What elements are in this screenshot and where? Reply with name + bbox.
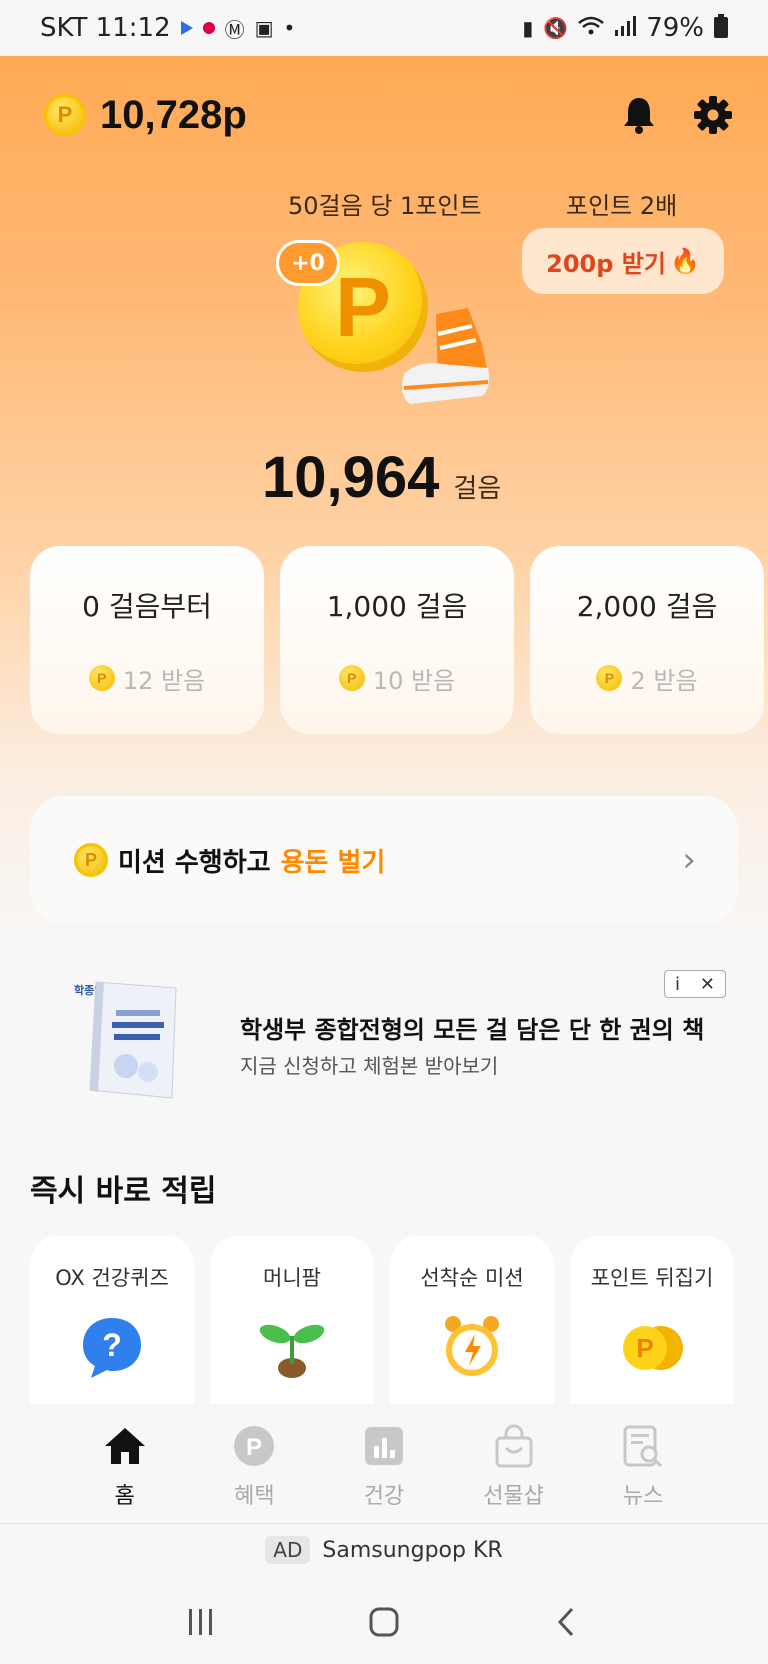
ad-close-icon[interactable]: ✕	[700, 974, 715, 995]
coins-icon: P	[623, 1326, 683, 1370]
tier-title: 2,000 걸음	[576, 589, 718, 623]
coin-icon: P	[596, 665, 623, 691]
coin-icon: P	[88, 665, 115, 691]
status-bar: SKT 11:12 Ⓜ ▣ • ▮ 🔇 79%	[0, 0, 768, 56]
quick-card-label: OX 건강퀴즈	[55, 1266, 169, 1290]
tier-reward: P 12 받음	[88, 661, 206, 696]
svg-text:P: P	[246, 1434, 262, 1461]
battery-saver-icon: ▮	[522, 16, 534, 40]
tab-label: 선물샵	[483, 1484, 544, 1509]
tab-label: 뉴스	[622, 1484, 664, 1509]
double-points-button-label: 200p 받기	[546, 249, 666, 278]
gain-badge: +0	[276, 240, 340, 286]
tier-reward: P 2 받음	[596, 661, 698, 696]
tab-label: 혜택	[234, 1484, 275, 1509]
tier-card[interactable]: 0 걸음부터 P 12 받음	[30, 546, 264, 734]
header: P 10,728p	[44, 85, 734, 145]
svg-text:P: P	[636, 1333, 653, 1363]
steps-value: 10,964	[262, 445, 440, 510]
system-nav-bar	[0, 1580, 768, 1664]
coin-icon: P	[74, 843, 108, 877]
tier-reward-label: 2 받음	[630, 666, 698, 695]
mission-label: 미션 수행하고	[118, 847, 271, 878]
tab-health[interactable]: 건강	[334, 1424, 434, 1510]
chart-icon	[364, 1427, 403, 1465]
tab-label: 건강	[363, 1484, 405, 1509]
tier-reward: P 10 받음	[338, 661, 456, 696]
points-value: 10,728p	[100, 92, 247, 137]
header-actions	[618, 94, 734, 136]
notification-dot-icon	[202, 22, 215, 34]
recent-apps-icon[interactable]	[186, 1607, 216, 1637]
tab-news[interactable]: 뉴스	[593, 1424, 693, 1510]
m-app-icon: Ⓜ	[224, 17, 245, 42]
battery-icon	[714, 13, 728, 43]
more-dot-icon: •	[283, 16, 296, 40]
sprout-icon	[259, 1324, 325, 1378]
step-count: 10,964 걸음	[262, 444, 501, 511]
steps-unit: 걸음	[453, 474, 502, 504]
question-bubble-icon: ?	[83, 1318, 141, 1378]
ad-controls: i ✕	[664, 970, 726, 998]
news-icon	[623, 1425, 663, 1468]
bell-icon[interactable]	[618, 94, 660, 136]
status-right: ▮ 🔇 79%	[522, 13, 728, 43]
ad-banner[interactable]: 학종메이트 학생부 종합전형의 모든 걸 담은 단 한 권의 책 지금 신청하고…	[0, 956, 768, 1106]
double-points-label: 포인트 2배	[566, 192, 678, 220]
rate-label: 50걸음 당 1포인트	[288, 192, 482, 220]
quick-card-label: 머니팜	[263, 1266, 321, 1290]
mission-accent-label: 용돈 벌기	[280, 847, 386, 878]
coin-icon: P	[44, 94, 86, 136]
points-icon: P	[234, 1426, 275, 1466]
image-icon: ▣	[254, 16, 274, 40]
tier-title: 0 걸음부터	[82, 589, 212, 623]
wifi-icon	[578, 16, 605, 41]
signal-icon	[614, 15, 637, 42]
quick-card-label: 포인트 뒤집기	[590, 1266, 714, 1290]
coin-icon: P	[338, 665, 365, 691]
status-left: SKT 11:12 Ⓜ ▣ •	[40, 13, 295, 43]
shopping-bag-icon	[495, 1424, 533, 1468]
home-button-icon[interactable]	[369, 1607, 399, 1637]
section-title: 즉시 바로 적립	[30, 1174, 217, 1209]
tab-gift-shop[interactable]: 선물샵	[464, 1424, 564, 1510]
quick-card-label: 선착순 미션	[420, 1266, 524, 1290]
bottom-tab-bar: 홈 P 혜택 건강 선물샵 뉴스	[0, 1404, 768, 1524]
chevron-right-icon: ›	[682, 840, 696, 880]
carrier-time: SKT 11:12	[40, 13, 171, 43]
ad-info-icon[interactable]: i	[675, 974, 680, 995]
tier-card[interactable]: 1,000 걸음 P 10 받음	[280, 546, 514, 734]
gear-icon[interactable]	[692, 94, 734, 136]
ad-advertiser: Samsungpop KR	[322, 1537, 503, 1563]
mute-icon: 🔇	[543, 16, 569, 40]
back-icon[interactable]	[552, 1607, 582, 1637]
mission-text: P 미션 수행하고 용돈 벌기	[74, 842, 385, 879]
alarm-clock-icon	[445, 1316, 499, 1376]
step-reward-tiers: 0 걸음부터 P 12 받음 1,000 걸음 P 10 받음 2,000 걸음…	[30, 546, 768, 734]
tier-card[interactable]: 2,000 걸음 P 2 받음	[530, 546, 764, 734]
ad-subtitle: 지금 신청하고 체험본 받아보기	[240, 1054, 499, 1078]
tab-home[interactable]: 홈	[75, 1424, 175, 1510]
ad-tag: AD	[265, 1536, 311, 1564]
sneaker-icon	[402, 308, 490, 404]
tier-title: 1,000 걸음	[326, 589, 468, 623]
notification-icon	[180, 21, 193, 35]
book-image	[89, 981, 177, 1099]
double-points-button[interactable]: 200p 받기 🔥	[522, 228, 724, 294]
tab-benefits[interactable]: P 혜택	[204, 1424, 304, 1510]
tier-reward-label: 10 받음	[372, 666, 456, 695]
mission-banner[interactable]: P 미션 수행하고 용돈 벌기 ›	[30, 796, 738, 924]
battery-percent: 79%	[646, 13, 704, 43]
ad-footer[interactable]: AD Samsungpop KR	[0, 1530, 768, 1570]
ad-title: 학생부 종합전형의 모든 걸 담은 단 한 권의 책	[240, 1016, 705, 1044]
tab-label: 홈	[114, 1484, 135, 1509]
tier-reward-label: 12 받음	[122, 666, 206, 695]
fire-icon: 🔥	[669, 247, 700, 275]
svg-text:?: ?	[102, 1327, 122, 1363]
points-balance[interactable]: P 10,728p	[44, 93, 247, 138]
home-icon	[104, 1428, 145, 1464]
